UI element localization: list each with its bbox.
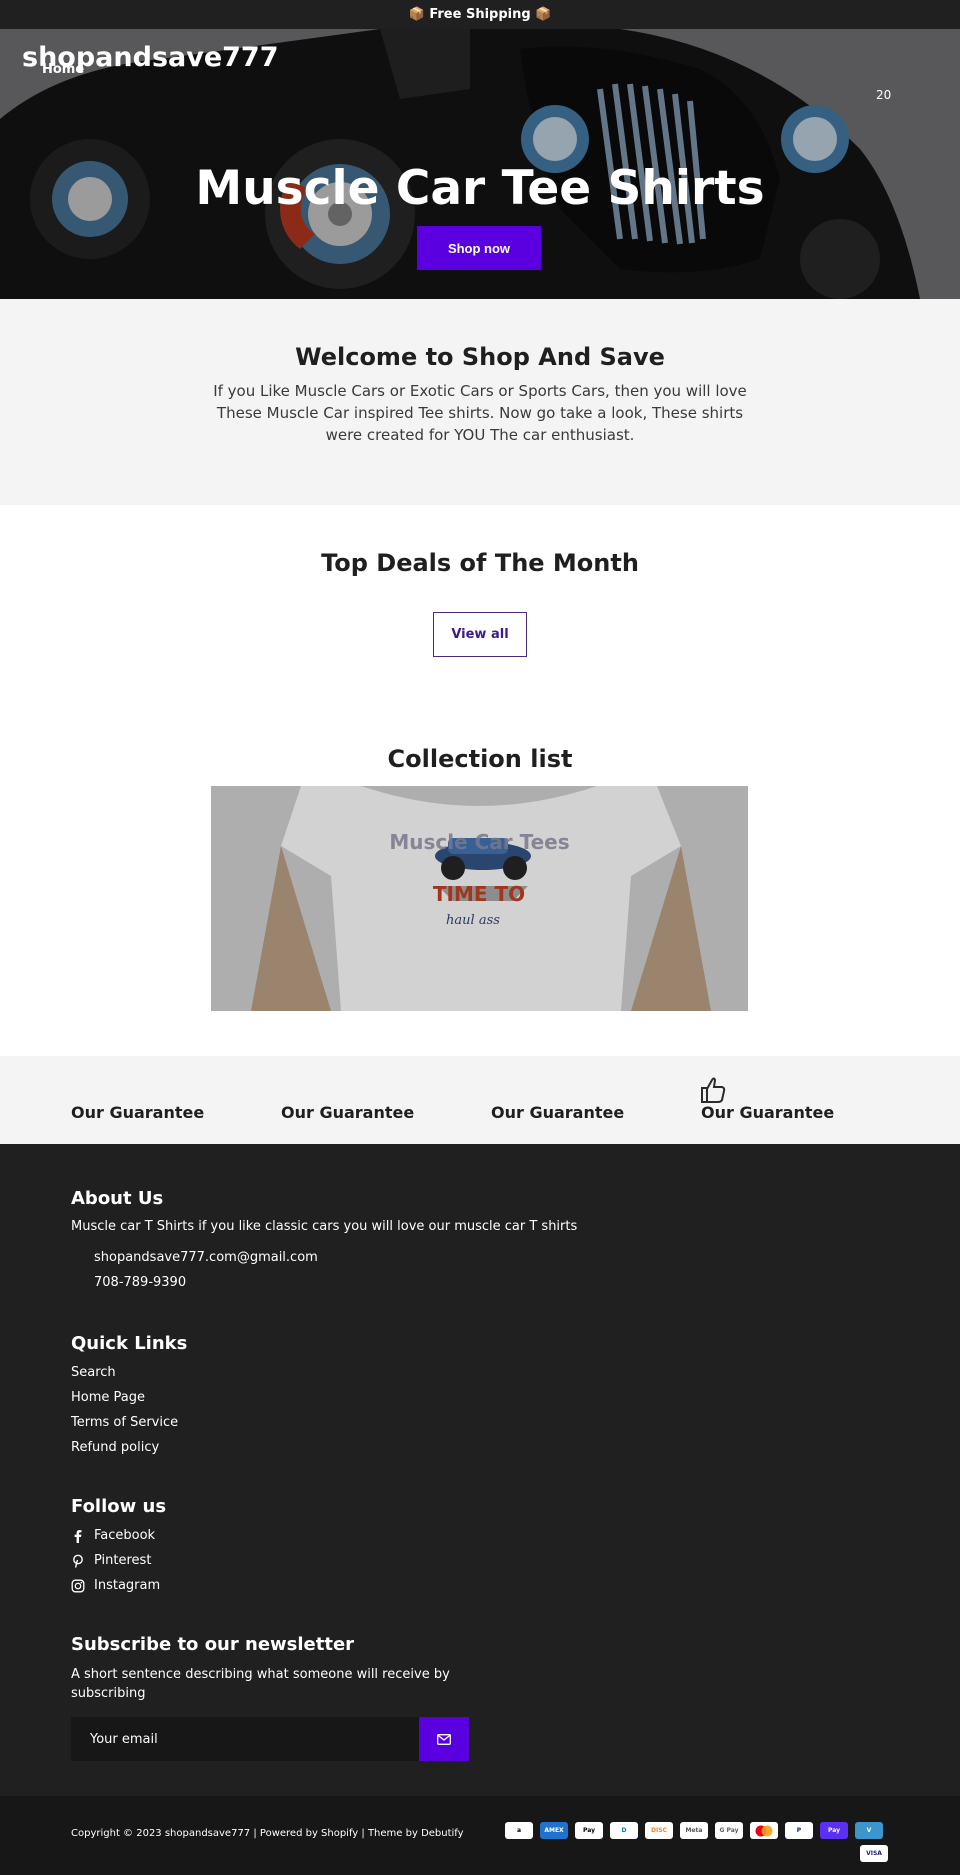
instagram-icon [71,1579,85,1592]
hero-banner: shopandsave777 Home 20 Muscle Car Tee Sh… [0,29,960,299]
welcome-title: Welcome to Shop And Save [295,343,665,371]
quick-links-title: Quick Links [71,1333,188,1354]
guarantee-label: Our Guarantee [491,1103,625,1122]
pinterest-icon [73,1554,83,1568]
newsletter-email-input[interactable] [71,1717,419,1761]
discover-icon: DISC [645,1822,673,1839]
announcement-bar: 📦 Free Shipping 📦 [0,0,960,29]
copyright-text: Copyright © 2023 shopandsave777 | Powere… [71,1828,464,1839]
newsletter-submit-button[interactable] [419,1717,469,1761]
social-pinterest-label: Pinterest [94,1553,152,1568]
social-facebook-label: Facebook [94,1528,156,1543]
amazon-pay-icon: a [505,1822,533,1839]
about-text: Muscle car T Shirts if you like classic … [71,1219,578,1234]
footer-link-refund[interactable]: Refund policy [71,1440,159,1455]
collection-shirt-image: TIME TO haul ass [211,786,748,1011]
venmo-icon: V [855,1822,883,1839]
hero-title: Muscle Car Tee Shirts [195,161,765,216]
footer: About Us Muscle car T Shirts if you like… [0,1144,960,1796]
visa-icon: VISA [860,1845,888,1862]
deals-title: Top Deals of The Month [321,549,639,577]
announcement-text: 📦 Free Shipping 📦 [408,7,552,22]
guarantee-label: Our Guarantee [71,1103,205,1122]
envelope-icon [437,1733,451,1745]
social-instagram-label: Instagram [94,1578,161,1593]
newsletter-title: Subscribe to our newsletter [71,1634,355,1655]
guarantee-section: Our Guarantee Our Guarantee Our Guarante… [0,1056,960,1144]
footer-link-search[interactable]: Search [71,1365,116,1380]
welcome-section: Welcome to Shop And Save If you Like Mus… [0,299,960,505]
mastercard-icon [750,1822,778,1839]
social-instagram[interactable]: Instagram [71,1578,160,1593]
amex-icon: AMEX [540,1822,568,1839]
facebook-icon [74,1529,82,1543]
nav-link-home[interactable]: Home [42,62,84,77]
collection-card-label: Muscle Car Tees [389,830,570,854]
social-pinterest[interactable]: Pinterest [71,1553,151,1568]
shop-now-button[interactable]: Shop now [417,226,541,270]
contact-email[interactable]: shopandsave777.com@gmail.com [94,1250,318,1265]
apple-pay-icon: Pay [575,1822,603,1839]
newsletter-text: A short sentence describing what someone… [71,1667,450,1701]
contact-phone[interactable]: 708-789-9390 [94,1275,186,1290]
collection-card[interactable]: TIME TO haul ass Muscle Car Tees [211,786,748,1011]
guarantee-label: Our Guarantee [281,1103,415,1122]
footer-link-home[interactable]: Home Page [71,1390,145,1405]
shop-pay-icon: Pay [820,1822,848,1839]
footer-link-terms[interactable]: Terms of Service [71,1415,178,1430]
social-facebook[interactable]: Facebook [71,1528,155,1543]
meta-pay-icon: Meta [680,1822,708,1839]
cart-count[interactable]: 20 [876,88,891,102]
diners-club-icon: D [610,1822,638,1839]
follow-title: Follow us [71,1496,167,1517]
view-all-button[interactable]: View all [433,612,527,657]
google-pay-icon: G Pay [715,1822,743,1839]
bottom-bar: Copyright © 2023 shopandsave777 | Powere… [0,1796,960,1875]
collection-title: Collection list [387,745,573,773]
paypal-icon: P [785,1822,813,1839]
about-title: About Us [71,1188,164,1209]
welcome-text: If you Like Muscle Cars or Exotic Cars o… [213,382,747,444]
guarantee-label: Our Guarantee [701,1103,835,1122]
thumbs-up-icon [701,1077,726,1103]
